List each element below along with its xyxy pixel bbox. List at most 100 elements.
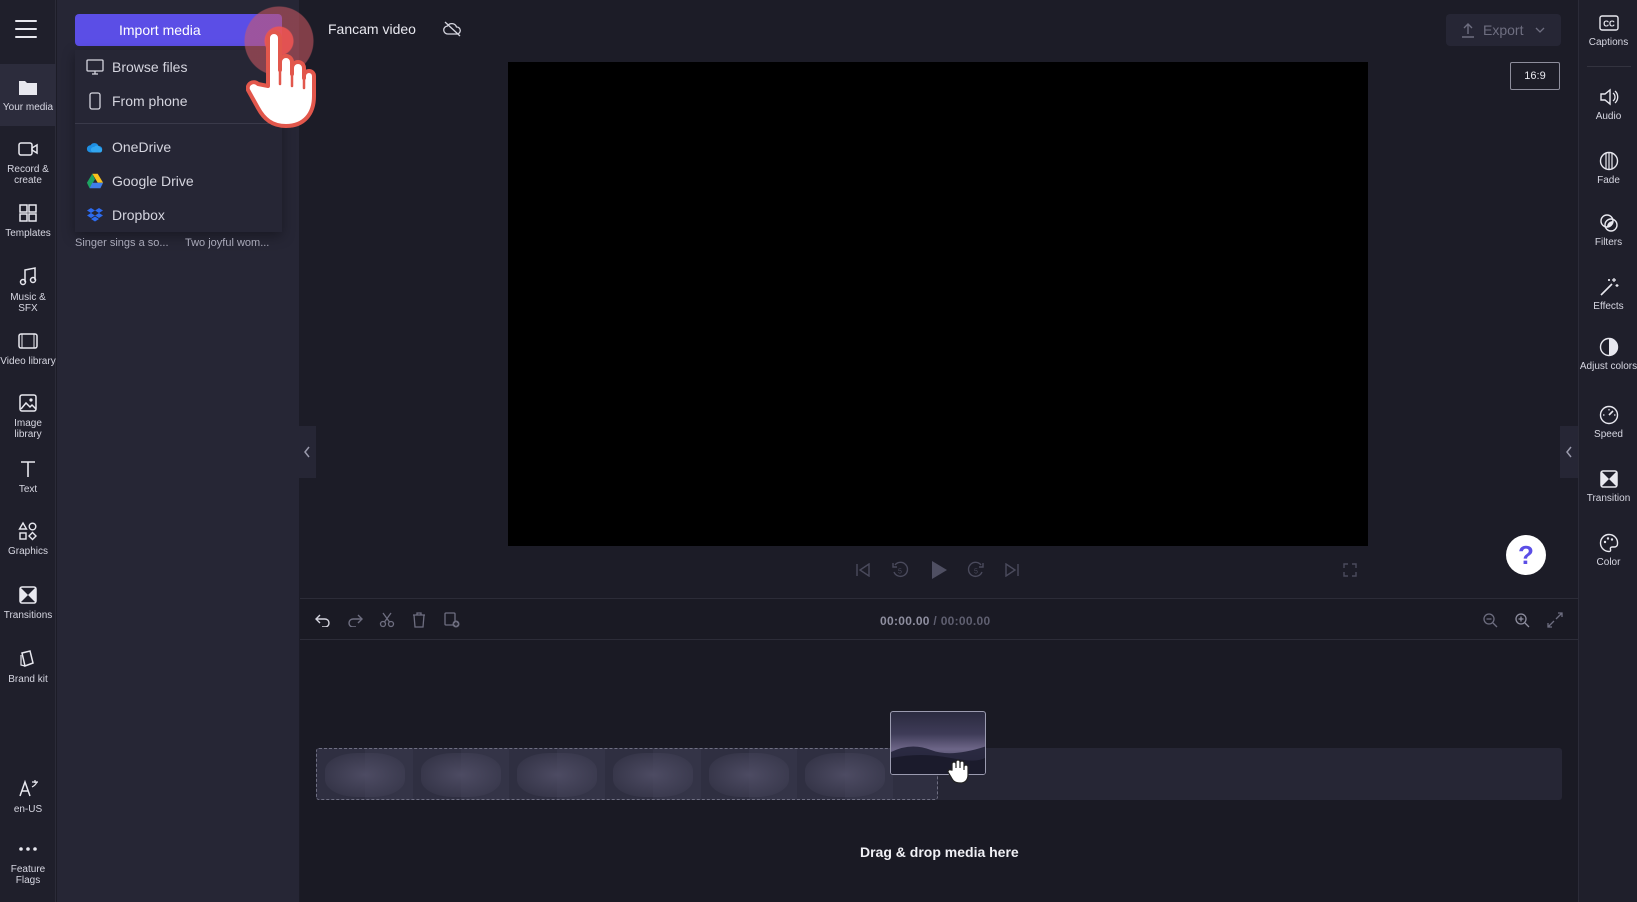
- rail-divider: [1587, 66, 1631, 67]
- delete-button[interactable]: [409, 610, 429, 630]
- rail-item-label: Effects: [1593, 301, 1624, 312]
- media-thumbnail-caption[interactable]: Singer sings a so...: [75, 237, 169, 249]
- skip-to-start-button[interactable]: [853, 560, 873, 580]
- rail-item-label: Music & SFX: [10, 292, 46, 314]
- rail-item-label: Text: [18, 484, 38, 495]
- rail-item-record-create[interactable]: Record & create: [0, 126, 56, 188]
- export-button[interactable]: Export: [1446, 14, 1561, 46]
- from-phone-label: From phone: [112, 93, 188, 109]
- upload-icon: [1461, 22, 1475, 38]
- duplicate-button[interactable]: [442, 610, 462, 630]
- folder-icon: [17, 76, 39, 98]
- rail-item-label: Filters: [1594, 237, 1623, 248]
- current-time: 00:00.00: [880, 614, 930, 628]
- dragged-media-clip[interactable]: [890, 711, 986, 775]
- rail-item-music-sfx[interactable]: Music & SFX: [0, 254, 56, 316]
- captions-icon: CC: [1598, 12, 1620, 34]
- timeline-toolbar-divider: [300, 639, 1578, 640]
- rail-item-templates[interactable]: Templates: [0, 190, 56, 252]
- collapse-right-panel-handle[interactable]: [1560, 426, 1578, 478]
- rail-item-adjust-colors[interactable]: Adjust colors: [1579, 324, 1637, 384]
- drop-zone-preview: [613, 753, 693, 797]
- project-title[interactable]: Fancam video: [328, 21, 416, 37]
- timeline-drop-zone[interactable]: [316, 748, 938, 800]
- rewind-5s-button[interactable]: 5: [890, 560, 910, 580]
- zoom-in-button[interactable]: [1512, 610, 1532, 630]
- rail-item-your-media[interactable]: Your media: [0, 64, 56, 126]
- language-selector[interactable]: en-US: [0, 766, 56, 828]
- google-drive-option[interactable]: Google Drive: [75, 165, 282, 197]
- right-properties-rail: CC Captions Audio Fade Filters Effects A…: [1578, 0, 1637, 902]
- svg-text:CC: CC: [1603, 20, 1615, 29]
- help-button[interactable]: ?: [1506, 535, 1546, 575]
- rail-item-label: Your media: [2, 102, 54, 113]
- rail-item-speed[interactable]: Speed: [1579, 392, 1637, 452]
- dropbox-icon: [86, 206, 104, 224]
- rail-item-brand-kit[interactable]: Brand kit: [0, 636, 56, 698]
- play-button[interactable]: [928, 558, 950, 582]
- speaker-icon: [1598, 86, 1620, 108]
- aspect-ratio-button[interactable]: 16:9: [1510, 62, 1560, 90]
- timecode-display: 00:00.00 / 00:00.00: [880, 614, 990, 628]
- rail-item-image-library[interactable]: Image library: [0, 380, 56, 442]
- chevron-down-icon: [1535, 27, 1545, 33]
- video-camera-icon: [17, 138, 39, 160]
- skip-to-end-button[interactable]: [1002, 560, 1022, 580]
- shapes-icon: [17, 520, 39, 542]
- brand-kit-icon: [17, 648, 39, 670]
- rail-item-label: Transitions: [3, 610, 53, 621]
- rail-item-text[interactable]: Text: [0, 446, 56, 508]
- grab-hand-cursor-icon: [946, 758, 970, 784]
- dropbox-option[interactable]: Dropbox: [75, 199, 282, 231]
- language-label: en-US: [13, 804, 43, 815]
- rail-item-label: Captions: [1588, 37, 1629, 48]
- phone-icon: [86, 92, 104, 110]
- monitor-icon: [86, 58, 104, 76]
- rail-item-transitions[interactable]: Transitions: [0, 572, 56, 634]
- fit-timeline-button[interactable]: [1545, 610, 1565, 630]
- feature-flags-label: Feature Flags: [10, 864, 46, 886]
- feature-flags-button[interactable]: Feature Flags: [0, 826, 56, 888]
- more-dots-icon: [17, 838, 39, 860]
- drop-zone-preview: [805, 753, 885, 797]
- total-time: 00:00.00: [940, 614, 991, 628]
- zoom-out-button[interactable]: [1480, 610, 1500, 630]
- image-icon: [17, 392, 39, 414]
- onedrive-option[interactable]: OneDrive: [75, 131, 282, 163]
- film-icon: [17, 330, 39, 352]
- speedometer-icon: [1598, 404, 1620, 426]
- collapse-left-panel-handle[interactable]: [298, 426, 316, 478]
- rail-item-video-library[interactable]: Video library: [0, 318, 56, 380]
- rail-item-fade[interactable]: Fade: [1579, 138, 1637, 198]
- redo-button[interactable]: [345, 610, 365, 630]
- cloud-sync-off-icon[interactable]: [443, 21, 462, 37]
- rail-item-color[interactable]: Color: [1579, 520, 1637, 580]
- rail-item-label: Adjust colors: [1579, 361, 1637, 372]
- split-scissors-button[interactable]: [377, 610, 397, 630]
- import-media-label: Import media: [119, 22, 201, 38]
- rail-item-label: Color: [1596, 557, 1621, 568]
- text-icon: [17, 458, 39, 480]
- rail-item-audio[interactable]: Audio: [1579, 74, 1637, 134]
- dropbox-label: Dropbox: [112, 207, 165, 223]
- google-drive-icon: [86, 172, 104, 190]
- drop-zone-preview: [325, 753, 405, 797]
- media-thumbnail-caption[interactable]: Two joyful wom...: [185, 237, 269, 249]
- rail-item-label: Fade: [1597, 175, 1620, 186]
- rail-item-graphics[interactable]: Graphics: [0, 508, 56, 570]
- forward-5s-button[interactable]: 5: [966, 560, 986, 580]
- rail-item-effects[interactable]: Effects: [1579, 264, 1637, 324]
- browse-files-label: Browse files: [112, 59, 188, 75]
- rail-item-label: Video library: [0, 356, 56, 367]
- rail-item-filters[interactable]: Filters: [1579, 200, 1637, 260]
- undo-button[interactable]: [313, 610, 333, 630]
- rail-item-label: Speed: [1594, 429, 1623, 440]
- fullscreen-button[interactable]: [1340, 560, 1360, 580]
- time-separator: /: [929, 614, 941, 628]
- rail-item-transition[interactable]: Transition: [1579, 456, 1637, 516]
- google-drive-label: Google Drive: [112, 173, 194, 189]
- rail-item-label: Image library: [14, 418, 42, 440]
- rail-item-captions[interactable]: CC Captions: [1579, 0, 1637, 60]
- hamburger-menu-icon[interactable]: [15, 20, 37, 40]
- rail-item-label: Templates: [5, 228, 51, 239]
